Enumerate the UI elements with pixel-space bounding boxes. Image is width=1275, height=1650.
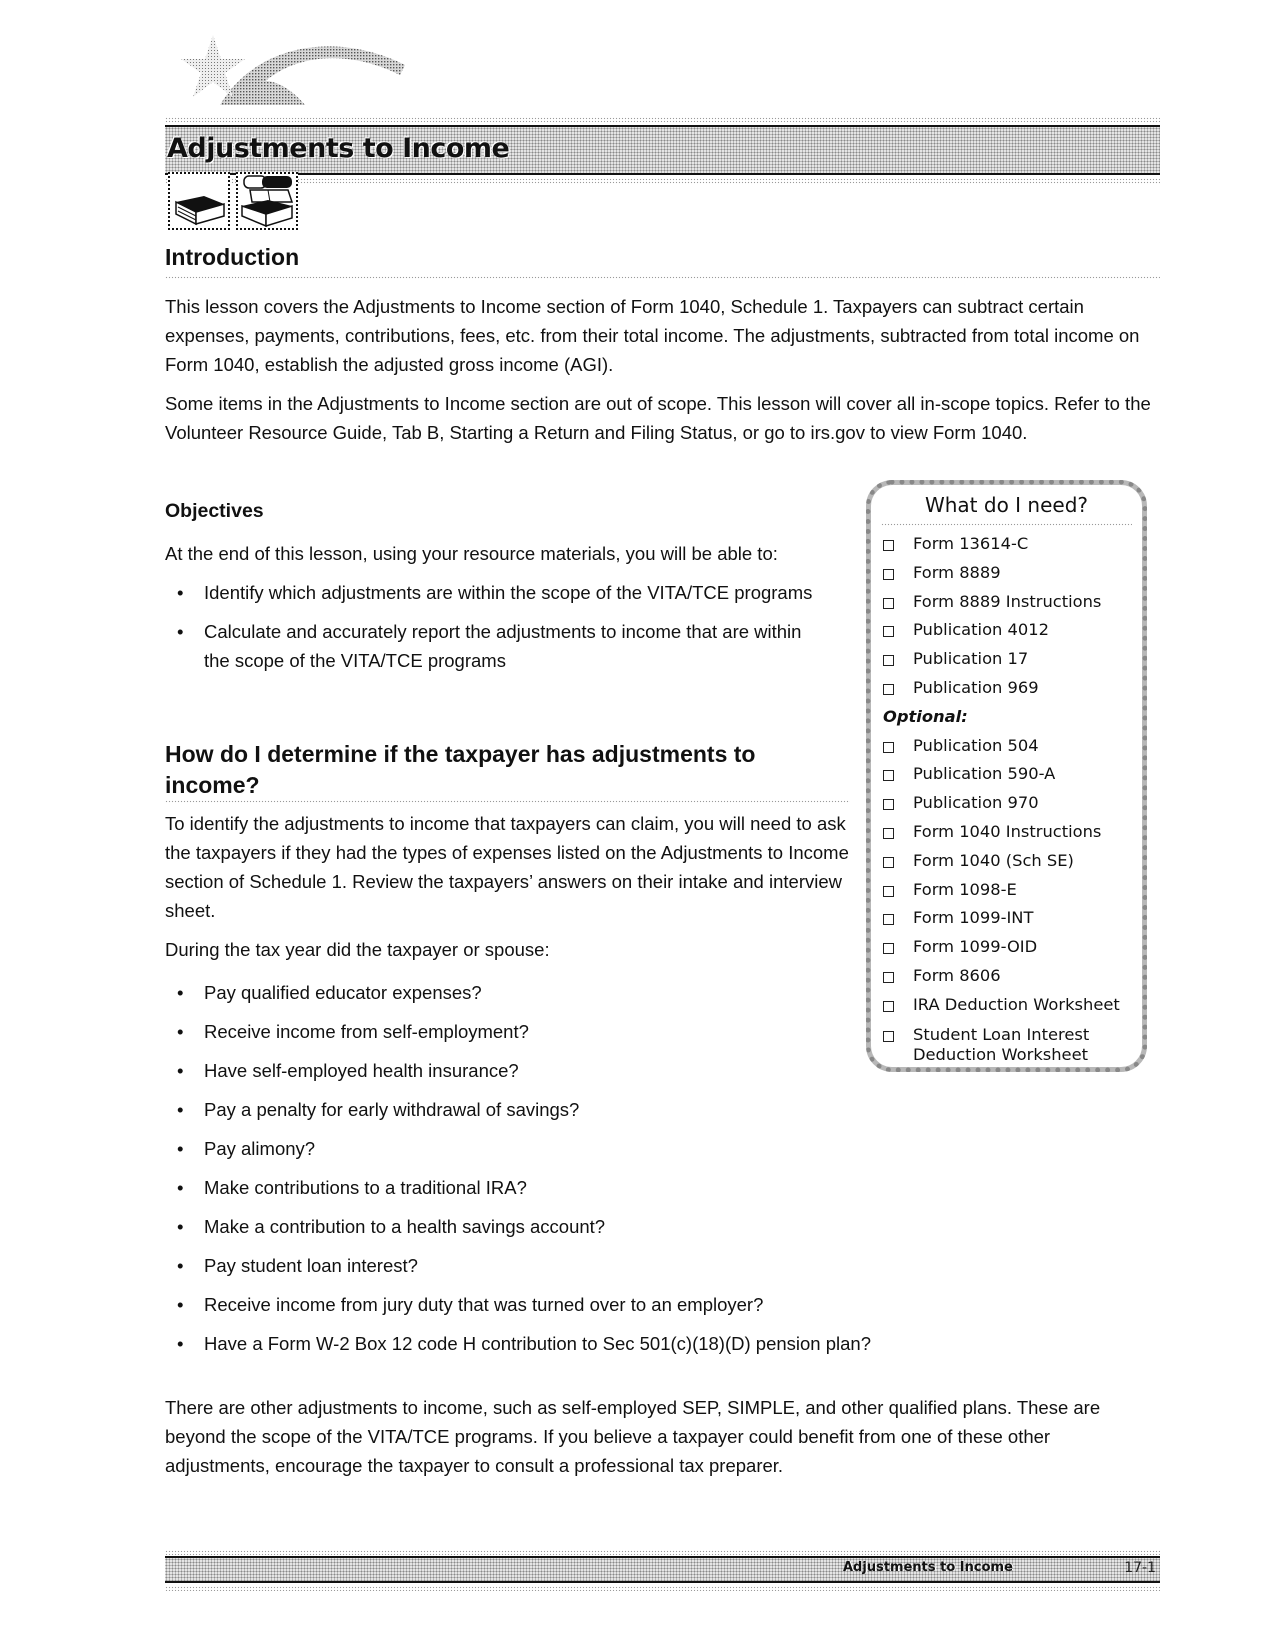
list-item: • Pay alimony? bbox=[165, 1129, 1125, 1168]
box-title: What do I need? bbox=[924, 493, 1089, 517]
checklist-item: Form 1099-OID bbox=[879, 933, 1138, 962]
determine-paragraph: To identify the adjustments to income th… bbox=[165, 813, 849, 921]
list-item: • Make contributions to a traditional IRA… bbox=[165, 1168, 1125, 1207]
bullet-icon: • bbox=[177, 1333, 184, 1354]
checklist-item: Form 1040 Instructions bbox=[879, 818, 1138, 847]
checkbox-icon[interactable] bbox=[883, 1030, 894, 1042]
bullet-icon: • bbox=[177, 1138, 184, 1159]
checklist-item: Form 13614-C bbox=[879, 530, 1138, 559]
checkbox-icon[interactable] bbox=[883, 885, 894, 897]
checklist-item: Publication 970 bbox=[879, 789, 1138, 818]
objectives-lead: At the end of this lesson, using your re… bbox=[165, 543, 778, 564]
bullet-icon: • bbox=[177, 1255, 184, 1276]
footer-dotted-rule bbox=[165, 1586, 1160, 1591]
box-title-divider bbox=[881, 523, 1132, 526]
header-dotted-rule bbox=[165, 178, 1160, 184]
checkbox-icon[interactable] bbox=[883, 741, 894, 753]
checkbox-icon[interactable] bbox=[883, 655, 894, 667]
list-item: • Have a Form W-2 Box 12 code H contribut… bbox=[165, 1324, 1125, 1363]
single-book-icon bbox=[168, 172, 230, 230]
page-number: 17-1 bbox=[1124, 1560, 1156, 1576]
bullet-icon: • bbox=[177, 1060, 184, 1081]
star-swoosh-icon bbox=[181, 35, 405, 105]
checkbox-icon[interactable] bbox=[883, 943, 894, 955]
checklist-item: IRA Deduction Worksheet bbox=[879, 991, 1138, 1020]
checkbox-icon[interactable] bbox=[883, 540, 894, 551]
introduction-heading: Introduction bbox=[165, 244, 300, 270]
bullet-icon: • bbox=[177, 1216, 184, 1237]
list-item: • Pay a penalty for early withdrawal of s… bbox=[165, 1090, 1125, 1129]
objectives-list: • Identify which adjustments are within t… bbox=[165, 578, 825, 675]
checklist-item: Form 1040 (Sch SE) bbox=[879, 847, 1138, 876]
list-item: • Make a contribution to a health savings… bbox=[165, 1207, 1125, 1246]
stacked-books-icon bbox=[236, 172, 298, 230]
bullet-icon: • bbox=[177, 1294, 184, 1315]
checkbox-icon[interactable] bbox=[883, 827, 894, 839]
what-do-i-need-box: What do I need? Form 13614-C Form 8889 F… bbox=[866, 480, 1147, 1072]
list-item: • Identify which adjustments are within t… bbox=[165, 578, 825, 607]
bullet-icon: • bbox=[177, 1177, 184, 1198]
bullet-icon: • bbox=[177, 621, 184, 642]
checkbox-icon[interactable] bbox=[883, 626, 894, 638]
page-title: Adjustments to Income bbox=[167, 133, 510, 164]
checklist-item: Form 8889 bbox=[879, 559, 1138, 588]
checkbox-icon[interactable] bbox=[883, 971, 894, 983]
checklist-item: Publication 504 bbox=[879, 732, 1138, 761]
header-dotted-rule bbox=[165, 117, 1160, 123]
bullet-icon: • bbox=[177, 982, 184, 1003]
resource-checklist: Form 13614-C Form 8889 Form 8889 Instruc… bbox=[879, 530, 1138, 1065]
footer-dotted-rule bbox=[165, 1550, 1160, 1555]
checkbox-icon[interactable] bbox=[883, 568, 894, 580]
section-divider bbox=[165, 800, 850, 803]
bullet-icon: • bbox=[177, 1099, 184, 1120]
list-item: • Calculate and accurately report the adj… bbox=[165, 617, 825, 675]
determine-heading: How do I determine if the taxpayer has a… bbox=[165, 741, 756, 798]
intro-paragraph: Some items in the Adjustments to Income … bbox=[165, 393, 1151, 443]
checkbox-icon[interactable] bbox=[883, 770, 894, 782]
checklist-item: Publication 590-A bbox=[879, 760, 1138, 789]
checklist-item: Publication 969 bbox=[879, 674, 1138, 703]
page-footer: Adjustments to Income 17-1 bbox=[165, 1540, 1160, 1600]
bullet-icon: • bbox=[177, 582, 184, 603]
checkbox-icon[interactable] bbox=[883, 597, 894, 609]
intro-paragraph: This lesson covers the Adjustments to In… bbox=[165, 296, 1140, 375]
checkbox-icon[interactable] bbox=[883, 856, 894, 868]
page-header: Adjustments to Income bbox=[165, 25, 1160, 184]
footer-title: Adjustments to Income bbox=[843, 1560, 1013, 1575]
checkbox-icon[interactable] bbox=[883, 1000, 894, 1012]
checklist-item: Form 1098-E bbox=[879, 876, 1138, 905]
list-item: • Receive income from jury duty that was … bbox=[165, 1285, 1125, 1324]
checkbox-icon[interactable] bbox=[883, 914, 894, 926]
lesson-icons bbox=[168, 172, 298, 234]
list-item: • Pay student loan interest? bbox=[165, 1246, 1125, 1285]
checklist-item: Publication 17 bbox=[879, 645, 1138, 674]
checkbox-icon[interactable] bbox=[883, 799, 894, 811]
checklist-item: Form 8606 bbox=[879, 962, 1138, 991]
checklist-item: Student Loan Interest Deduction Workshee… bbox=[879, 1020, 1099, 1065]
section-divider bbox=[165, 276, 1160, 279]
objectives-heading: Objectives bbox=[165, 500, 264, 522]
checklist-item: Form 8889 Instructions bbox=[879, 588, 1138, 617]
checklist-item: Form 1099-INT bbox=[879, 904, 1138, 933]
determine-lead: During the tax year did the taxpayer or … bbox=[165, 939, 550, 960]
checkbox-icon[interactable] bbox=[883, 683, 894, 695]
closing-paragraph: There are other adjustments to income, s… bbox=[165, 1397, 1101, 1476]
optional-label: Optional: bbox=[883, 706, 968, 726]
checklist-item: Publication 4012 bbox=[879, 616, 1138, 645]
bullet-icon: • bbox=[177, 1021, 184, 1042]
